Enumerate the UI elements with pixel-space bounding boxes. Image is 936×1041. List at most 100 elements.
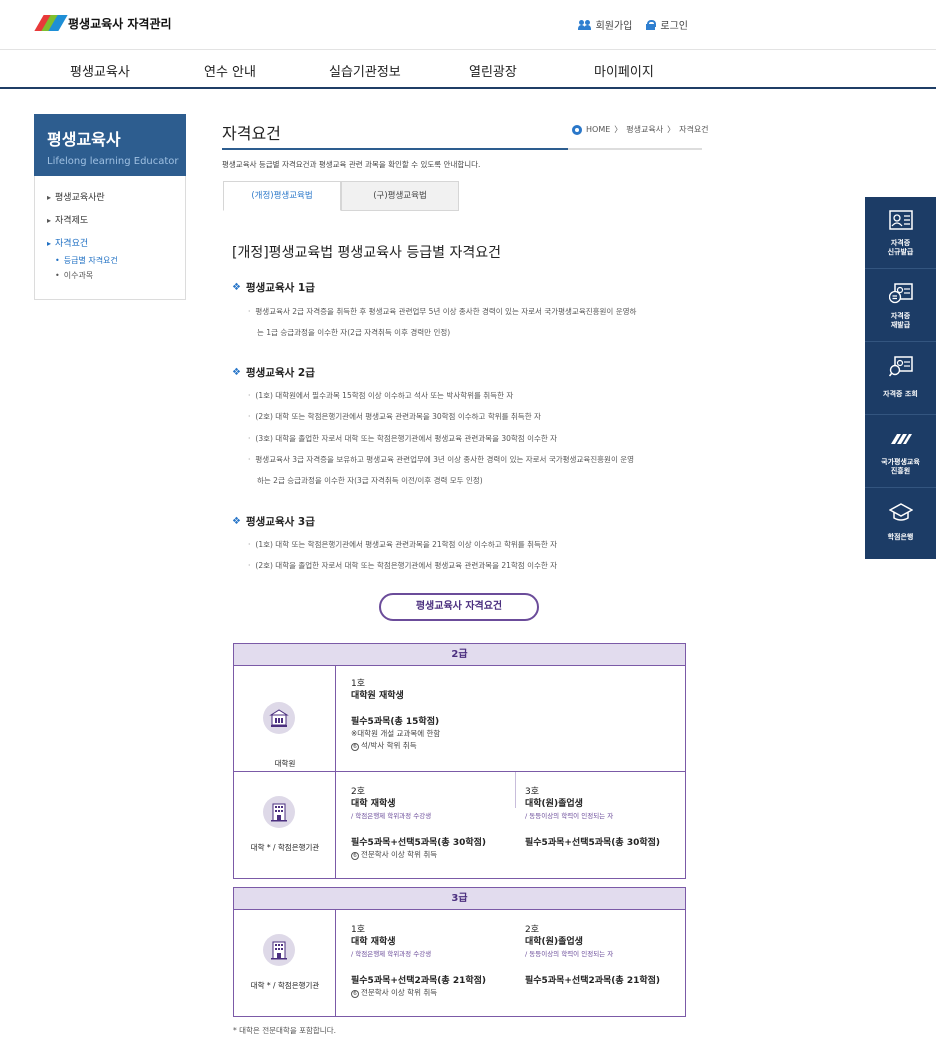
quick-new-certificate[interactable]: 자격증 신규발급 [865,197,936,269]
target-group: 대학(원)졸업생 [525,937,583,947]
row-category-label: 대학 * / 학점은행기관 [250,981,320,990]
home-icon [572,124,582,135]
tab-old-law[interactable]: (구)평생교육법 [341,181,459,211]
gnb-item-mypage[interactable]: 마이페이지 [594,61,654,80]
tab-revised-law[interactable]: (개정)평생교육법 [223,181,341,211]
target-subtext: / 동등이상의 학력이 인정되는 자 [525,812,614,820]
row-category-label: 대학 * / 학점은행기관 [250,843,320,852]
sidebar-menu: 평생교육사란 자격제도 자격요건 등급별 자격요건 이수과목 [34,176,186,300]
grade3-table-head: 3급 [234,888,685,910]
row-category: 대학 * / 학점은행기관 [234,910,336,1016]
course-requirement: 필수5과목+선택5과목(총 30학점) [351,838,487,848]
gnb-item-board[interactable]: 열린광장 [469,61,517,80]
column-divider [515,772,516,808]
quick-label: 재발급 [890,321,911,329]
grade1-item: 는 1급 승급과정을 이수한 자(2급 자격취득 이후 경력만 인정) [257,328,451,337]
sidebar-subtitle: Lifelong learning Educator [47,156,179,167]
degree-note: 6 전문학사 이상 학위 취득 [351,987,437,998]
building-icon [263,934,295,966]
target-subtext: / 학점은행제 학위과정 수강생 [351,950,432,958]
sidebar-header: 평생교육사 Lifelong learning Educator [34,114,186,176]
target-group: 대학(원)졸업생 [525,799,583,809]
graduation-cap-icon [889,503,913,521]
target-group: 대학 재학생 [351,937,396,947]
course-requirement: 필수5과목(총 15학점) [351,717,440,727]
login-label: 로그인 [660,21,688,32]
quick-menu: 자격증 신규발급 자격증 재발급 자격증 조회 국가평생교육 진흥원 학점은행 [865,197,936,559]
breadcrumb-educator[interactable]: 평생교육사 [626,124,663,135]
table-row: 대학원 1호 대학원 재학생 필수5과목(총 15학점) ※대학원 개설 교과목… [234,666,685,772]
section-heading: [개정]평생교육법 평생교육사 등급별 자격요건 [232,245,501,261]
grade2-item: (1호) 대학원에서 필수과목 15학점 이상 이수하고 석사 또는 박사학위를… [248,390,513,401]
sidebar-item-requirements[interactable]: 자격요건 [47,236,173,249]
grade2-item: (2호) 대학 또는 학점은행기관에서 평생교육 관련과목을 30학점 이수하고… [248,411,541,422]
grade1-item: 평생교육사 2급 자격증을 취득한 후 평생교육 관련업무 5년 이상 종사한 … [248,306,636,317]
grade1-title-text: 평생교육사 1급 [245,282,315,294]
row-category: 대학원 [234,666,336,771]
sidebar-subitem-courses[interactable]: 이수과목 [55,270,173,281]
breadcrumb-home[interactable]: HOME [586,125,610,134]
top-links: 회원가입 로그인 [577,17,688,32]
requirements-button[interactable]: 평생교육사 자격요건 [379,593,539,621]
sidebar-title: 평생교육사 [47,130,121,149]
logo-icon [34,14,68,32]
target-subtext: / 학점은행제 학위과정 수강생 [351,812,432,820]
site-logo[interactable]: 평생교육사 자격관리 [34,14,172,32]
quick-label: 국가평생교육 [881,458,920,466]
diamond-icon: ❖ [232,367,241,378]
target-group: 대학 재학생 [351,799,396,809]
quick-label: 학점은행 [887,533,914,541]
target-group: 대학원 재학생 [351,691,404,701]
course-requirement: 필수5과목+선택2과목(총 21학점) [525,976,661,986]
diamond-icon: ❖ [232,516,241,527]
footnote: * 대학은 전문대학을 포함합니다. [233,1026,336,1035]
degree-note: 6 석/박사 학위 취득 [351,740,417,751]
quick-nile-link[interactable]: 국가평생교육 진흥원 [865,416,936,488]
search-card-icon [889,356,913,377]
breadcrumb-sep: 〉 [667,125,676,134]
quick-label: 자격증 [890,312,911,320]
main-navigation: 평생교육사 연수 안내 실습기관정보 열린광장 마이페이지 [0,51,936,89]
grade3-title-text: 평생교육사 3급 [245,516,315,528]
gnb-item-educator[interactable]: 평생교육사 [70,61,130,80]
breadcrumb-current: 자격요건 [679,125,709,134]
gnb-item-training[interactable]: 연수 안내 [204,61,256,80]
login-link[interactable]: 로그인 [646,17,688,32]
grade3-title: ❖ 평생교육사 3급 [232,514,315,529]
building-icon [263,796,295,828]
quick-credit-bank[interactable]: 학점은행 [865,489,936,559]
sidebar-subitem-grade[interactable]: 등급별 자격요건 [55,255,173,266]
grade3-item: (1호) 대학 또는 학점은행기관에서 평생교육 관련과목을 21학점 이상 이… [248,539,557,550]
nile-logo-icon [891,434,912,444]
gnb-item-practice[interactable]: 실습기관정보 [329,61,401,80]
grade2-item: 하는 2급 승급과정을 이수한 자(3급 자격취득 이전/이후 경력 모두 인정… [257,476,483,485]
quick-label: 진흥원 [890,467,911,475]
university-icon [263,702,295,734]
lock-icon [646,19,657,30]
circled-number-icon: 6 [351,990,359,998]
site-title: 평생교육사 자격관리 [68,16,172,31]
quick-certificate-lookup[interactable]: 자격증 조회 [865,343,936,415]
page-lead: 평생교육사 등급별 자격요건과 평생교육 관련 과목을 확인할 수 있도록 안내… [222,160,481,169]
quick-reissue-certificate[interactable]: 자격증 재발급 [865,270,936,342]
diamond-icon: ❖ [232,282,241,293]
row-category-label: 대학원 [274,759,296,768]
grade2-table: 2급 대학원 1호 대학원 재학생 필수5과목(총 15학점) ※대학원 개설 … [233,643,686,879]
table-row: 대학 * / 학점은행기관 2호 대학 재학생 / 학점은행제 학위과정 수강생… [234,772,685,878]
circled-number-icon: 6 [351,743,359,751]
row-category: 대학 * / 학점은행기관 [234,772,336,878]
circled-number-icon: 6 [351,852,359,860]
degree-note-text: 전문학사 이상 학위 취득 [361,988,438,997]
quick-label: 자격증 조회 [883,390,918,398]
breadcrumb: HOME 〉 평생교육사 〉 자격요건 [572,124,709,135]
grade2-table-head: 2급 [234,644,685,666]
target-subtext: / 동등이상의 학력이 인정되는 자 [525,950,614,958]
grade2-title-text: 평생교육사 2급 [245,367,315,379]
table-row: 대학 * / 학점은행기관 1호 대학 재학생 / 학점은행제 학위과정 수강생… [234,910,685,1016]
grade1-title: ❖ 평생교육사 1급 [232,280,315,295]
sidebar-item-system[interactable]: 자격제도 [47,213,173,226]
reissue-card-icon [889,283,913,304]
sidebar-item-about[interactable]: 평생교육사란 [47,190,173,203]
course-requirement: 필수5과목+선택5과목(총 30학점) [525,838,661,848]
signup-link[interactable]: 회원가입 [577,17,632,32]
